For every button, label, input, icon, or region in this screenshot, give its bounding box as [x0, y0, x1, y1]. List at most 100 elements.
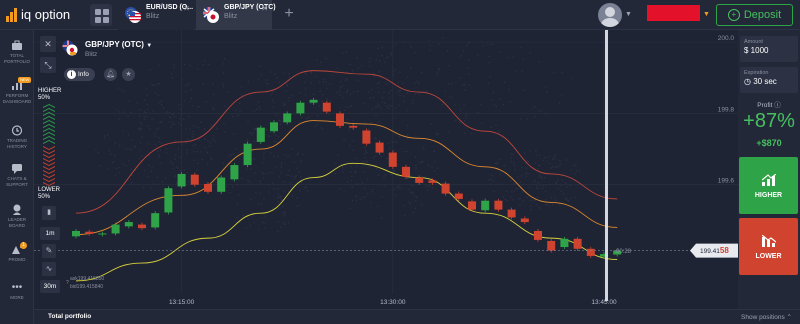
info-button[interactable]: i Info [64, 68, 95, 81]
logo-text: iq option [21, 7, 71, 22]
sidebar-item-total-portfolio[interactable]: TOTAL PORTFOLIO [0, 40, 34, 64]
indicators-icon[interactable]: ∿ [42, 262, 56, 276]
logo[interactable]: iq option [6, 7, 70, 22]
help-icon[interactable]: ⓘ [774, 102, 781, 109]
price-chart[interactable]: 200.0199.8199.613:15:00 13:30:00 13:45:00 … [34, 30, 738, 309]
profit-amount: +$870 [756, 138, 782, 148]
help-icon[interactable]: ? [66, 280, 69, 286]
expand-icon[interactable]: ⤡ [40, 57, 56, 73]
add-tab-button[interactable]: + [281, 5, 297, 23]
star-icon[interactable]: ★ [122, 68, 135, 81]
expiration-field[interactable]: Expiration ◷ 30 sec [740, 67, 798, 93]
lower-chevron [43, 146, 55, 150]
candle [349, 125, 358, 128]
grid-icon [95, 9, 101, 15]
sidebar-item-label: PERFORM DASHBOARD [2, 93, 32, 104]
bottom-bar: Total portfolio Show positions ⌃ [34, 309, 800, 324]
sidebar-item-label: CHATS & SUPPORT [6, 176, 28, 187]
balance-redacted[interactable] [647, 5, 700, 21]
lower-chevron [43, 158, 55, 162]
candle [468, 201, 476, 210]
candle [124, 222, 133, 227]
profit-percent: +87% [743, 110, 795, 132]
price-overlay: 00:28 199.4158 [34, 30, 738, 301]
candle [177, 173, 186, 187]
info-label: Info [78, 71, 89, 78]
lower-chevron [43, 170, 55, 174]
tab-gbpjpy[interactable]: GBP/JPY (OTC) Blitz ✕ [196, 0, 276, 30]
higher-chevron [43, 136, 55, 140]
deposit-button[interactable]: + Deposit [716, 4, 793, 26]
chevron-down-icon[interactable]: ▼ [625, 11, 632, 18]
higher-indicator-label: HIGHER [38, 88, 62, 94]
higher-chevron [43, 132, 55, 136]
candle [507, 209, 516, 218]
new-badge: NEW [18, 77, 32, 83]
more-icon: ••• [11, 282, 23, 293]
asset-selector[interactable]: GBP/JPY (OTC) ▼ [85, 40, 152, 49]
candle [309, 99, 318, 103]
lower-indicator-pct: 50% [38, 194, 51, 200]
higher-chevron [43, 112, 55, 116]
close-icon[interactable]: ✕ [183, 4, 190, 13]
lower-button[interactable]: LOWER [739, 218, 798, 275]
chart-type-icon[interactable]: ▮ [42, 206, 56, 220]
x-tick-label: 13:30:00 [380, 299, 406, 306]
period-timeframe-button[interactable]: 30m [40, 280, 60, 293]
sidebar-item-perform-dashboard[interactable]: NEW PERFORM DASHBOARD [0, 77, 34, 104]
candle [494, 200, 503, 210]
close-icon[interactable]: ✕ [261, 4, 268, 13]
ask-price: ask199.415850 [70, 276, 105, 282]
trend-down-icon [762, 235, 776, 247]
bell-icon[interactable]: 🔔︎ [104, 68, 117, 81]
candle [151, 213, 160, 228]
sidebar-item-label: TRADING HISTORY [6, 138, 28, 149]
chart-area[interactable]: 200.0 199.8 199.6 13:15:00 13:30:00 13:45:00 … [34, 30, 738, 309]
candle [428, 180, 437, 183]
candle [190, 174, 199, 185]
sidebar-item-chats-support[interactable]: CHATS & SUPPORT [0, 163, 34, 187]
chart-grid [34, 30, 738, 294]
tab-eurusd[interactable]: EUR/USD (O... Blitz ✕ [118, 0, 194, 30]
chat-icon [12, 164, 22, 174]
logo-icon [6, 7, 17, 22]
close-tools-icon[interactable]: ✕ [40, 36, 56, 52]
profit-label-text: Profit [757, 102, 773, 109]
higher-chevron [43, 120, 55, 124]
trophy-icon [13, 204, 21, 215]
deposit-label: Deposit [743, 9, 782, 21]
candle [256, 127, 265, 142]
candle [481, 200, 490, 211]
candle-timeframe-button[interactable]: 1m [40, 227, 60, 240]
briefcase-icon [12, 40, 22, 50]
chevron-down-icon[interactable]: ▼ [703, 11, 710, 18]
candle [441, 183, 450, 194]
expiration-value: ◷ 30 sec [744, 77, 777, 86]
apps-grid-button[interactable] [90, 4, 112, 26]
sidebar-item-promo[interactable]: 1 PROMO [0, 242, 34, 263]
sidebar: TOTAL PORTFOLIO NEW PERFORM DASHBOARD TR… [0, 30, 34, 324]
app-root: iq option EUR/USD (O... Blitz ✕ GBP/JPY … [0, 0, 800, 324]
amount-field[interactable]: Amount $ 1000 [740, 36, 798, 62]
trade-panel: Amount $ 1000 Expiration ◷ 30 sec Profit… [738, 30, 800, 309]
asset-name: GBP/JPY (OTC) [85, 40, 144, 49]
candle [111, 224, 120, 234]
bid-price: bid199.415840 [70, 284, 104, 290]
lower-button-label: LOWER [755, 253, 782, 260]
higher-button[interactable]: HIGHER [739, 157, 798, 214]
sidebar-item-leader-board[interactable]: LEADER BOARD [0, 204, 34, 228]
show-positions-link[interactable]: Show positions ⌃ [741, 313, 792, 321]
candle [296, 102, 305, 114]
sidebar-item-trading-history[interactable]: TRADING HISTORY [0, 125, 34, 149]
sidebar-item-label: PROMO [8, 257, 26, 262]
total-portfolio-label[interactable]: Total portfolio [48, 313, 91, 320]
pencil-icon[interactable]: ✎ [42, 244, 56, 258]
promo-count-badge: 1 [20, 242, 27, 249]
higher-chevron [43, 108, 55, 112]
history-icon [11, 125, 23, 136]
sidebar-item-more[interactable]: ••• MORE [0, 282, 34, 301]
avatar[interactable] [598, 3, 622, 27]
candles [72, 97, 622, 259]
candle [230, 165, 239, 180]
candle [520, 218, 529, 223]
